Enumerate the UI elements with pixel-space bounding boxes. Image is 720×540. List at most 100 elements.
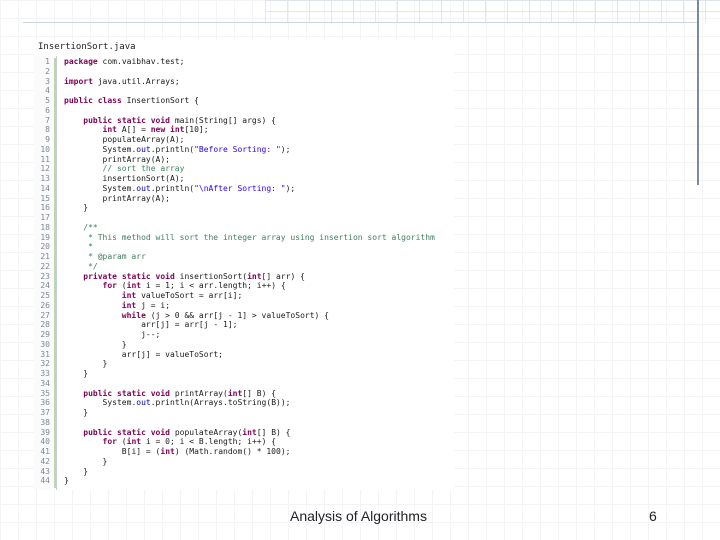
code-line[interactable]: 7 public static void main(String[] args)… (34, 116, 454, 126)
line-number: 16 (40, 203, 50, 213)
code-line[interactable]: 16 } (34, 203, 454, 213)
line-number: 23 (40, 271, 50, 281)
code-line[interactable]: 39 public static void populateArray(int[… (34, 428, 454, 438)
slide-vertical-rule (697, 0, 699, 185)
code-line[interactable]: 18 /** (34, 223, 454, 233)
line-number: 35 (40, 388, 50, 398)
code-line[interactable]: 13 insertionSort(A); (34, 174, 454, 184)
code-text: System.out.println("Before Sorting: "); (102, 144, 291, 154)
code-line[interactable]: 26 int j = i; (34, 301, 454, 311)
line-number: 6 (45, 105, 50, 115)
code-line[interactable]: 27 while (j > 0 && arr[j - 1] > valueToS… (34, 311, 454, 321)
code-line[interactable]: 44} (34, 476, 454, 486)
code-text: insertionSort(A); (102, 174, 185, 183)
code-line[interactable]: 42 } (34, 457, 454, 467)
line-number: 31 (40, 349, 50, 359)
code-text: * (64, 242, 93, 252)
line-number: 1 (45, 57, 50, 66)
code-line[interactable]: 40 for (int i = 0; i < B.length; i++) { (34, 437, 454, 447)
code-line[interactable]: 25 int valueToSort = arr[i]; (34, 291, 454, 301)
line-number: 4 (45, 86, 50, 96)
code-line[interactable]: 36 System.out.println(Arrays.toString(B)… (34, 398, 454, 408)
code-line[interactable]: 1 package com.vaibhav.test; (34, 57, 454, 67)
code-body[interactable]: 1 package com.vaibhav.test; 2 3 import java.… (34, 57, 454, 486)
code-line[interactable]: 11 printArray(A); (34, 155, 454, 165)
code-line[interactable]: 33 } (34, 369, 454, 379)
code-text: package com.vaibhav.test; (64, 57, 185, 66)
code-line[interactable]: 21 * @param arr (34, 252, 454, 262)
line-number: 34 (40, 378, 50, 388)
line-number: 26 (40, 300, 50, 310)
line-number: 33 (40, 369, 50, 378)
code-line[interactable]: 6 (34, 106, 454, 116)
code-line[interactable]: 17 (34, 213, 454, 223)
code-line[interactable]: 14 System.out.println("\nAfter Sorting: … (34, 184, 454, 194)
code-text: * This method will sort the integer arra… (64, 232, 435, 242)
line-number: 32 (40, 359, 50, 369)
line-number: 2 (45, 66, 50, 76)
code-text: j--; (141, 330, 161, 339)
code-line[interactable]: 30 } (34, 340, 454, 350)
code-text: } (64, 339, 127, 349)
code-text: */ (64, 261, 98, 271)
code-editor-screenshot: InsertionSort.java 1 package com.vaibhav.… (34, 40, 454, 490)
code-line[interactable]: 32 } (34, 359, 454, 369)
line-number: 30 (40, 339, 50, 349)
code-text: populateArray(A); (102, 135, 185, 144)
line-number: 15 (40, 193, 50, 203)
code-line[interactable]: 41 B[i] = (int) (Math.random() * 100); (34, 447, 454, 457)
line-number: 37 (40, 408, 50, 417)
code-text: for (int i = 1; i < arr.length; i++) { (102, 281, 286, 291)
code-text: public static void main(String[] args) { (83, 115, 276, 125)
code-text: System.out.println(Arrays.toString(B)); (102, 398, 291, 408)
code-line[interactable]: 9 populateArray(A); (34, 135, 454, 145)
code-line[interactable]: 23 private static void insertionSort(int… (34, 272, 454, 282)
code-line[interactable]: 22 */ (34, 262, 454, 272)
line-number: 27 (40, 310, 50, 320)
code-text: } (64, 466, 89, 476)
slide-header-rule (23, 22, 699, 23)
code-line[interactable]: 24 for (int i = 1; i < arr.length; i++) … (34, 281, 454, 291)
slide-footer-title: Analysis of Algorithms (290, 508, 427, 524)
line-number: 39 (40, 427, 50, 437)
code-line[interactable]: 34 (34, 379, 454, 389)
code-line[interactable]: 37 } (34, 408, 454, 418)
code-line[interactable]: 19 * This method will sort the integer a… (34, 233, 454, 243)
code-text: } (64, 408, 89, 417)
code-line[interactable]: 4 (34, 86, 454, 96)
code-line[interactable]: 15 printArray(A); (34, 194, 454, 204)
line-number: 9 (45, 135, 50, 144)
editor-file-tab[interactable]: InsertionSort.java (38, 42, 136, 52)
line-number: 13 (40, 174, 50, 183)
line-number: 43 (40, 466, 50, 476)
line-number: 38 (40, 417, 50, 427)
code-text: } (64, 456, 108, 466)
code-line[interactable]: 29 j--; (34, 330, 454, 340)
code-line[interactable]: 38 (34, 418, 454, 428)
code-line[interactable]: 31 arr[j] = valueToSort; (34, 350, 454, 360)
line-number: 5 (45, 96, 50, 105)
line-number: 29 (40, 330, 50, 339)
code-text: int j = i; (121, 300, 171, 310)
code-line[interactable]: 20 * (34, 242, 454, 252)
code-line[interactable]: 10 System.out.println("Before Sorting: "… (34, 145, 454, 155)
line-number: 21 (40, 252, 50, 261)
code-line[interactable]: 2 (34, 67, 454, 77)
line-number: 19 (40, 232, 50, 242)
code-line[interactable]: 43 } (34, 467, 454, 477)
code-text: int valueToSort = arr[i]; (121, 291, 243, 300)
line-number: 40 (40, 437, 50, 447)
line-number: 20 (40, 242, 50, 252)
code-text: public static void populateArray(int[] B… (83, 427, 291, 437)
code-text: while (j > 0 && arr[j - 1] > valueToSort… (121, 310, 329, 320)
code-line[interactable]: 8 int A[] = new int[10]; (34, 125, 454, 135)
code-line[interactable]: 5 public class InsertionSort { (34, 96, 454, 106)
code-line[interactable]: 12 // sort the array (34, 164, 454, 174)
code-line[interactable]: 3 import java.util.Arrays; (34, 77, 454, 87)
code-line[interactable]: 28 arr[j] = arr[j - 1]; (34, 320, 454, 330)
line-number: 41 (40, 447, 50, 456)
line-number: 11 (40, 154, 50, 164)
code-line[interactable]: 35 public static void printArray(int[] B… (34, 389, 454, 399)
code-text: public class InsertionSort { (64, 96, 199, 105)
code-text: * @param arr (64, 252, 146, 261)
